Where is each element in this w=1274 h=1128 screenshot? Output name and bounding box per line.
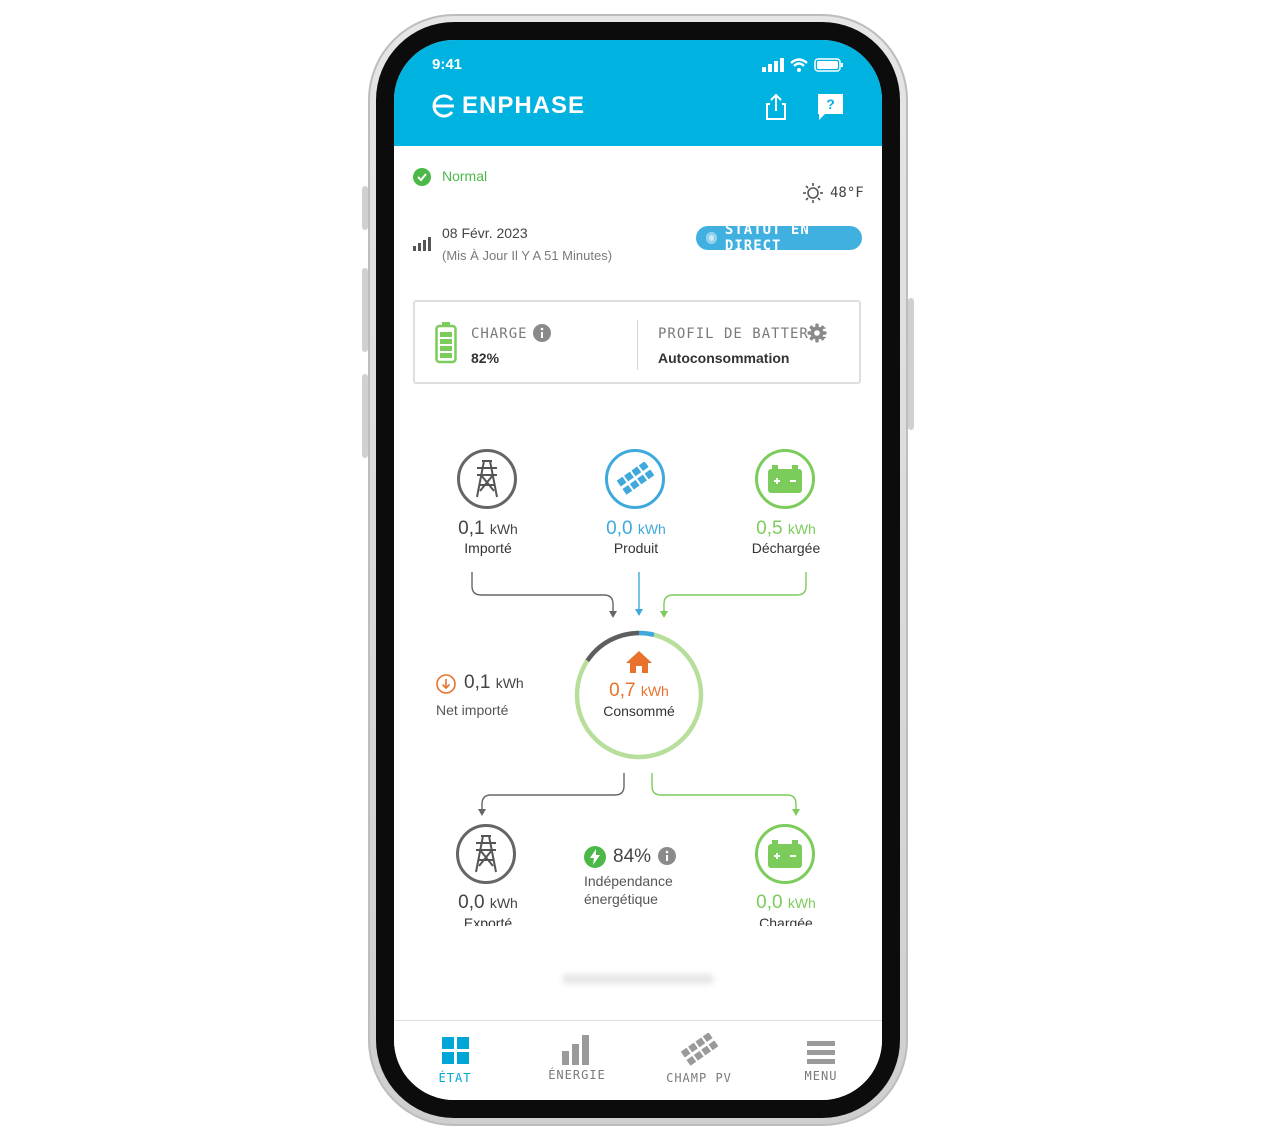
discharged-value-row: 0,5 kWh [706,518,866,540]
produced-unit: kWh [637,521,666,537]
phone-power-button [908,298,914,430]
tab-champ-pv[interactable]: CHAMP PV [638,1021,760,1100]
consumed-label: Consommé [603,703,675,719]
net-import-arrow-icon [436,674,456,694]
net-imported-unit: kWh [495,675,524,691]
exported-label: Exporté [463,915,513,926]
independence-info-icon[interactable] [658,847,676,865]
charged-value-row: 0,0 kWh [706,892,866,914]
independence-label-line2: énergétique [584,891,658,907]
discharged-value: 0,5 [756,518,783,539]
bar-chart-icon [562,1035,589,1065]
discharged-unit: kWh [787,521,816,537]
hamburger-menu-icon [807,1041,835,1064]
produced-value-row: 0,0 kWh [556,518,716,540]
solar-array-icon [680,1033,718,1066]
battery-icon [768,840,802,868]
blurred-site-id [562,974,714,984]
solar-production-node[interactable] [605,449,665,509]
discharged-label: Déchargée [751,540,821,556]
tab-energie-label: ÉNERGIE [548,1068,606,1082]
phone-frame: 9:41 ENPHASE ? Normal 48°F 08 Févr. 2023… [368,14,908,1126]
power-pylon-icon [476,460,498,498]
charged-label: Chargée [759,915,813,926]
battery-charge-node[interactable] [755,824,815,884]
phone-bezel: 9:41 ENPHASE ? Normal 48°F 08 Févr. 2023… [376,22,900,1118]
imported-value-row: 0,1 kWh [408,518,568,540]
exported-value: 0,0 [458,892,485,913]
consumed-unit: kWh [640,683,669,699]
tab-menu[interactable]: MENU [760,1021,882,1100]
home-icon [626,651,652,673]
grid-export-node[interactable] [456,824,516,884]
net-imported-value-row: 0,1 kWh [464,672,524,694]
app-screen: 9:41 ENPHASE ? Normal 48°F 08 Févr. 2023… [394,40,882,1100]
charged-value: 0,0 [756,892,783,913]
lightning-icon [584,846,606,868]
consumed-value-row: 0,7 kWh [559,680,719,702]
net-imported-label: Net importé [436,702,509,718]
battery-discharge-node[interactable] [755,449,815,509]
produced-label: Produit [613,540,659,556]
tab-champ-pv-label: CHAMP PV [666,1071,732,1085]
grid-import-node[interactable] [457,449,517,509]
power-pylon-icon [475,835,497,873]
imported-value: 0,1 [458,518,485,539]
imported-unit: kWh [489,521,518,537]
tab-etat-label: ÉTAT [438,1071,472,1085]
independence-value: 84% [613,846,652,867]
tab-etat[interactable]: ÉTAT [394,1021,516,1100]
exported-value-row: 0,0 kWh [408,892,568,914]
dashboard-grid-icon [442,1037,469,1064]
consumed-value: 0,7 [609,680,636,701]
charged-unit: kWh [787,895,816,911]
tab-menu-label: MENU [804,1069,838,1083]
imported-label: Importé [464,540,512,556]
battery-icon [768,465,802,493]
produced-value: 0,0 [606,518,633,539]
solar-panel-icon [616,462,654,495]
net-imported-value: 0,1 [464,672,491,693]
exported-unit: kWh [489,895,518,911]
tab-energie[interactable]: ÉNERGIE [516,1021,638,1100]
independence-label-line1: Indépendance [584,873,673,889]
bottom-tab-bar: ÉTAT ÉNERGIE CHAMP PV MENU [394,1020,882,1100]
